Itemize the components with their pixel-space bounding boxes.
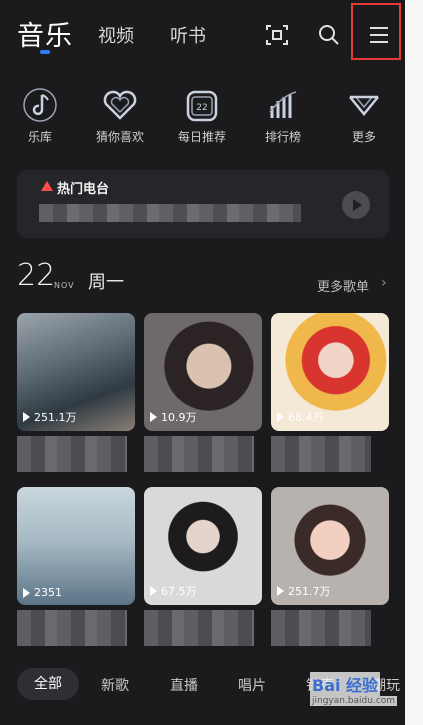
shortcut-label: 更多 [351, 130, 376, 144]
date-month: NOV [54, 281, 75, 290]
music-note-icon [23, 88, 57, 122]
shortcut-guess-you-like[interactable]: 猜你喜欢 [85, 86, 155, 145]
active-tab-indicator [40, 50, 50, 54]
svg-text:22: 22 [196, 103, 207, 113]
playlist-card[interactable]: 2351 [17, 487, 135, 605]
play-count: 67.5万 [150, 583, 197, 599]
top-header: 音乐 视频 听书 [0, 0, 405, 72]
playlist-card[interactable]: 251.1万 [17, 313, 135, 431]
shortcut-label: 猜你喜欢 [95, 130, 144, 144]
playlist-caption-blurred [144, 436, 254, 472]
page-margin [405, 0, 423, 725]
more-icon [349, 95, 379, 116]
category-new-songs[interactable]: 新歌 [101, 675, 129, 695]
shortcut-label: 乐库 [27, 130, 52, 144]
shortcut-library[interactable]: 乐库 [5, 86, 75, 145]
category-live[interactable]: 直播 [170, 675, 198, 695]
chevron-right-icon[interactable]: › [381, 275, 387, 291]
play-icon [23, 587, 30, 598]
chart-icon [269, 91, 297, 118]
shortcut-label: 排行榜 [264, 130, 301, 144]
shortcut-label: 每日推荐 [177, 130, 226, 144]
radio-play-button[interactable] [342, 191, 370, 219]
hot-radio-card[interactable]: 热门电台 [17, 170, 389, 238]
play-count: 10.9万 [150, 409, 197, 425]
play-count: 2351 [23, 586, 62, 599]
more-playlists-link[interactable]: 更多歌单 [317, 276, 369, 295]
playlist-card[interactable]: 251.7万 [271, 487, 389, 605]
tab-music[interactable]: 音乐 [17, 14, 73, 53]
playlist-caption-blurred [271, 436, 371, 472]
category-all[interactable]: 全部 [17, 668, 79, 700]
radio-blurred-text [39, 204, 301, 222]
play-count: 251.7万 [277, 583, 331, 599]
play-count: 251.1万 [23, 409, 77, 425]
shortcut-more[interactable]: 更多 [329, 86, 399, 145]
play-icon [150, 412, 157, 422]
playlist-card[interactable]: 67.5万 [144, 487, 262, 605]
heart-icon [103, 90, 137, 120]
search-icon[interactable] [316, 22, 342, 48]
tab-audiobook[interactable]: 听书 [170, 22, 206, 48]
shortcut-daily-recommend[interactable]: 22 每日推荐 [167, 86, 237, 145]
play-icon [277, 586, 284, 596]
play-count: 68.4万 [277, 409, 324, 425]
hot-flame-icon [41, 181, 53, 191]
playlist-caption-blurred [17, 436, 127, 472]
music-app-screen: 音乐 视频 听书 乐库 猜你喜欢 22 每日推荐 排行榜 更多 热门电台 22 … [0, 0, 405, 725]
playlist-caption-blurred [144, 610, 254, 646]
tab-video[interactable]: 视频 [98, 22, 134, 48]
date-weekday: 周一 [88, 272, 124, 293]
play-icon [23, 412, 30, 422]
playlist-caption-blurred [17, 610, 127, 646]
watermark-brand: Bai 经验 [310, 672, 381, 696]
shortcut-row: 乐库 猜你喜欢 22 每日推荐 排行榜 更多 [0, 86, 405, 150]
radio-title: 热门电台 [57, 182, 110, 197]
play-icon [150, 586, 157, 596]
shortcut-charts[interactable]: 排行榜 [248, 86, 318, 145]
playlist-caption-blurred [271, 610, 371, 646]
playlist-card[interactable]: 68.4万 [271, 313, 389, 431]
play-icon [277, 412, 284, 422]
playlist-card[interactable]: 10.9万 [144, 313, 262, 431]
date-day: 22 [17, 258, 56, 293]
baidu-watermark: Bai 经验 jingyan.baidu.com [300, 664, 420, 712]
menu-highlight-box [351, 3, 401, 60]
watermark-url: jingyan.baidu.com [310, 696, 398, 706]
scan-icon[interactable] [264, 22, 290, 48]
category-albums[interactable]: 唱片 [238, 675, 266, 695]
calendar-icon: 22 [186, 90, 218, 122]
